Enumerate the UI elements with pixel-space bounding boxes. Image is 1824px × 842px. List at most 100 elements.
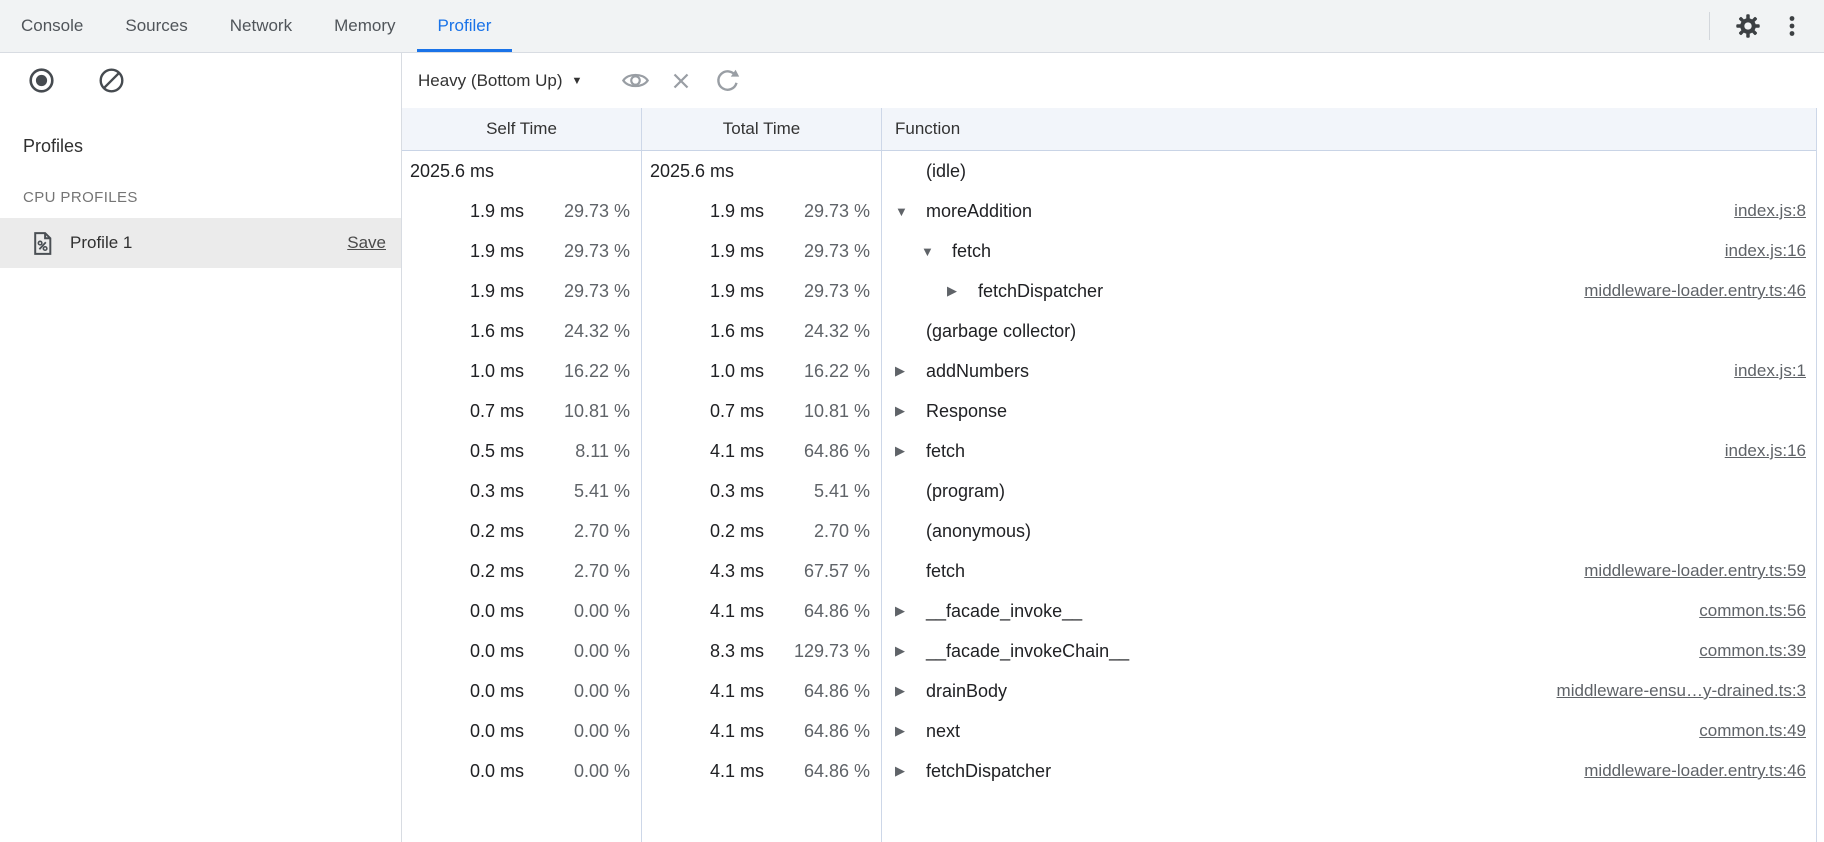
total-time-percent: 10.81 % xyxy=(764,401,881,422)
function-cell: ▶ drainBody middleware-ensu…y-drained.ts… xyxy=(882,671,1816,711)
tree-toggle-icon[interactable]: ▶ xyxy=(895,403,926,419)
clear-profiles-button[interactable] xyxy=(88,60,134,102)
table-row[interactable]: 2025.6 ms 2025.6 ms (idle) xyxy=(402,151,1816,191)
column-header-self-time[interactable]: Self Time xyxy=(402,108,642,150)
total-time-value: 4.1 ms xyxy=(642,441,764,462)
table-row[interactable]: 0.0 ms 0.00 % 4.1 ms 64.86 % ▶ __facade_… xyxy=(402,591,1816,631)
total-time-percent: 5.41 % xyxy=(764,481,881,502)
self-time-value: 0.0 ms xyxy=(402,601,524,622)
tree-toggle-icon[interactable]: ▼ xyxy=(895,204,926,219)
function-cell: (garbage collector) xyxy=(882,311,1816,351)
self-time-cell: 0.3 ms 5.41 % xyxy=(402,471,642,511)
tree-toggle-icon[interactable]: ▶ xyxy=(895,363,926,379)
source-location-link[interactable]: index.js:8 xyxy=(1734,201,1816,221)
source-location-link[interactable]: middleware-loader.entry.ts:59 xyxy=(1584,561,1816,581)
function-cell: (program) xyxy=(882,471,1816,511)
table-row[interactable]: 1.9 ms 29.73 % 1.9 ms 29.73 % ▼ moreAddi… xyxy=(402,191,1816,231)
total-time-cell: 8.3 ms 129.73 % xyxy=(642,631,882,671)
record-icon xyxy=(28,67,55,94)
table-row[interactable]: 1.6 ms 24.32 % 1.6 ms 24.32 % (garbage c… xyxy=(402,311,1816,351)
restore-all-button[interactable] xyxy=(704,60,750,102)
source-location-link[interactable]: middleware-ensu…y-drained.ts:3 xyxy=(1557,681,1816,701)
tab-network[interactable]: Network xyxy=(209,0,313,52)
table-row[interactable]: 0.3 ms 5.41 % 0.3 ms 5.41 % (program) xyxy=(402,471,1816,511)
total-time-percent: 64.86 % xyxy=(764,721,881,742)
tree-toggle-icon[interactable]: ▶ xyxy=(895,443,926,459)
total-time-value: 4.3 ms xyxy=(642,561,764,582)
self-time-value: 0.3 ms xyxy=(402,481,524,502)
function-name: addNumbers xyxy=(926,361,1029,382)
self-time-cell: 1.9 ms 29.73 % xyxy=(402,191,642,231)
cpu-profiles-section-label: CPU PROFILES xyxy=(0,157,401,218)
source-location-link[interactable]: common.ts:39 xyxy=(1699,641,1816,661)
source-location-link[interactable]: index.js:16 xyxy=(1725,441,1816,461)
function-cell: ▶ Response xyxy=(882,391,1816,431)
tab-memory[interactable]: Memory xyxy=(313,0,416,52)
total-time-percent: 64.86 % xyxy=(764,681,881,702)
function-cell: (anonymous) xyxy=(882,511,1816,551)
column-header-total-time[interactable]: Total Time xyxy=(642,108,882,150)
total-time-cell: 1.9 ms 29.73 % xyxy=(642,191,882,231)
source-location-link[interactable]: common.ts:56 xyxy=(1699,601,1816,621)
self-time-cell: 0.2 ms 2.70 % xyxy=(402,551,642,591)
function-cell: ▶ __facade_invoke__ common.ts:56 xyxy=(882,591,1816,631)
exclude-selected-button[interactable] xyxy=(658,60,704,102)
self-time-value: 0.0 ms xyxy=(402,641,524,662)
total-time-value: 4.1 ms xyxy=(642,601,764,622)
tree-toggle-icon[interactable]: ▶ xyxy=(895,643,926,659)
settings-button[interactable] xyxy=(1726,6,1770,46)
table-row[interactable]: 0.7 ms 10.81 % 0.7 ms 10.81 % ▶ Response xyxy=(402,391,1816,431)
source-location-link[interactable]: middleware-loader.entry.ts:46 xyxy=(1584,761,1816,781)
table-row[interactable]: 0.2 ms 2.70 % 0.2 ms 2.70 % (anonymous) xyxy=(402,511,1816,551)
tree-toggle-icon[interactable]: ▼ xyxy=(921,244,952,259)
table-row[interactable]: 0.0 ms 0.00 % 4.1 ms 64.86 % ▶ drainBody… xyxy=(402,671,1816,711)
function-name: __facade_invoke__ xyxy=(926,601,1082,622)
tree-toggle-icon[interactable]: ▶ xyxy=(947,283,978,299)
record-profile-button[interactable] xyxy=(18,60,64,102)
total-time-value: 4.1 ms xyxy=(642,721,764,742)
self-time-percent: 29.73 % xyxy=(524,241,641,262)
source-location-link[interactable]: index.js:1 xyxy=(1734,361,1816,381)
function-name: fetchDispatcher xyxy=(978,281,1103,302)
source-location-link[interactable]: common.ts:49 xyxy=(1699,721,1816,741)
source-location-link[interactable]: index.js:16 xyxy=(1725,241,1816,261)
chevron-down-icon: ▼ xyxy=(572,75,583,87)
more-options-button[interactable] xyxy=(1770,6,1814,46)
table-row[interactable]: 0.5 ms 8.11 % 4.1 ms 64.86 % ▶ fetch ind… xyxy=(402,431,1816,471)
panel-tabs: Console Sources Network Memory Profiler xyxy=(0,0,512,52)
self-time-cell: 1.6 ms 24.32 % xyxy=(402,311,642,351)
total-time-cell: 4.1 ms 64.86 % xyxy=(642,591,882,631)
table-row[interactable]: 0.0 ms 0.00 % 4.1 ms 64.86 % ▶ next comm… xyxy=(402,711,1816,751)
table-row[interactable]: 0.2 ms 2.70 % 4.3 ms 67.57 % fetch middl… xyxy=(402,551,1816,591)
tree-toggle-icon[interactable]: ▶ xyxy=(895,603,926,619)
self-time-value: 0.0 ms xyxy=(402,761,524,782)
tree-toggle-icon[interactable]: ▶ xyxy=(895,683,926,699)
function-cell: ▶ fetch index.js:16 xyxy=(882,431,1816,471)
table-row[interactable]: 0.0 ms 0.00 % 4.1 ms 64.86 % ▶ fetchDisp… xyxy=(402,751,1816,791)
tab-sources[interactable]: Sources xyxy=(104,0,208,52)
self-time-percent: 0.00 % xyxy=(524,681,641,702)
source-location-link[interactable]: middleware-loader.entry.ts:46 xyxy=(1584,281,1816,301)
tab-console[interactable]: Console xyxy=(0,0,104,52)
tree-toggle-icon[interactable]: ▶ xyxy=(895,723,926,739)
self-time-value: 1.9 ms xyxy=(402,241,524,262)
table-row[interactable]: 1.0 ms 16.22 % 1.0 ms 16.22 % ▶ addNumbe… xyxy=(402,351,1816,391)
total-time-cell: 4.1 ms 64.86 % xyxy=(642,711,882,751)
table-row[interactable]: 1.9 ms 29.73 % 1.9 ms 29.73 % ▶ fetchDis… xyxy=(402,271,1816,311)
tab-profiler[interactable]: Profiler xyxy=(417,0,513,52)
save-profile-link[interactable]: Save xyxy=(347,233,386,253)
table-row[interactable]: 1.9 ms 29.73 % 1.9 ms 29.73 % ▼ fetch in… xyxy=(402,231,1816,271)
table-row[interactable]: 0.0 ms 0.00 % 8.3 ms 129.73 % ▶ __facade… xyxy=(402,631,1816,671)
column-header-function[interactable]: Function xyxy=(882,108,1816,150)
function-name: __facade_invokeChain__ xyxy=(926,641,1129,662)
total-time-cell: 0.3 ms 5.41 % xyxy=(642,471,882,511)
view-mode-dropdown[interactable]: Heavy (Bottom Up) ▼ xyxy=(418,71,582,91)
grid-header: Self Time Total Time Function xyxy=(402,108,1816,151)
focus-selected-button[interactable] xyxy=(612,60,658,102)
profiles-heading: Profiles xyxy=(0,108,401,157)
function-cell: ▶ addNumbers index.js:1 xyxy=(882,351,1816,391)
sidebar-item-profile-1[interactable]: Profile 1 Save xyxy=(0,218,401,268)
tree-toggle-icon[interactable]: ▶ xyxy=(895,763,926,779)
total-time-percent: 29.73 % xyxy=(764,241,881,262)
total-time-value: 1.9 ms xyxy=(642,241,764,262)
